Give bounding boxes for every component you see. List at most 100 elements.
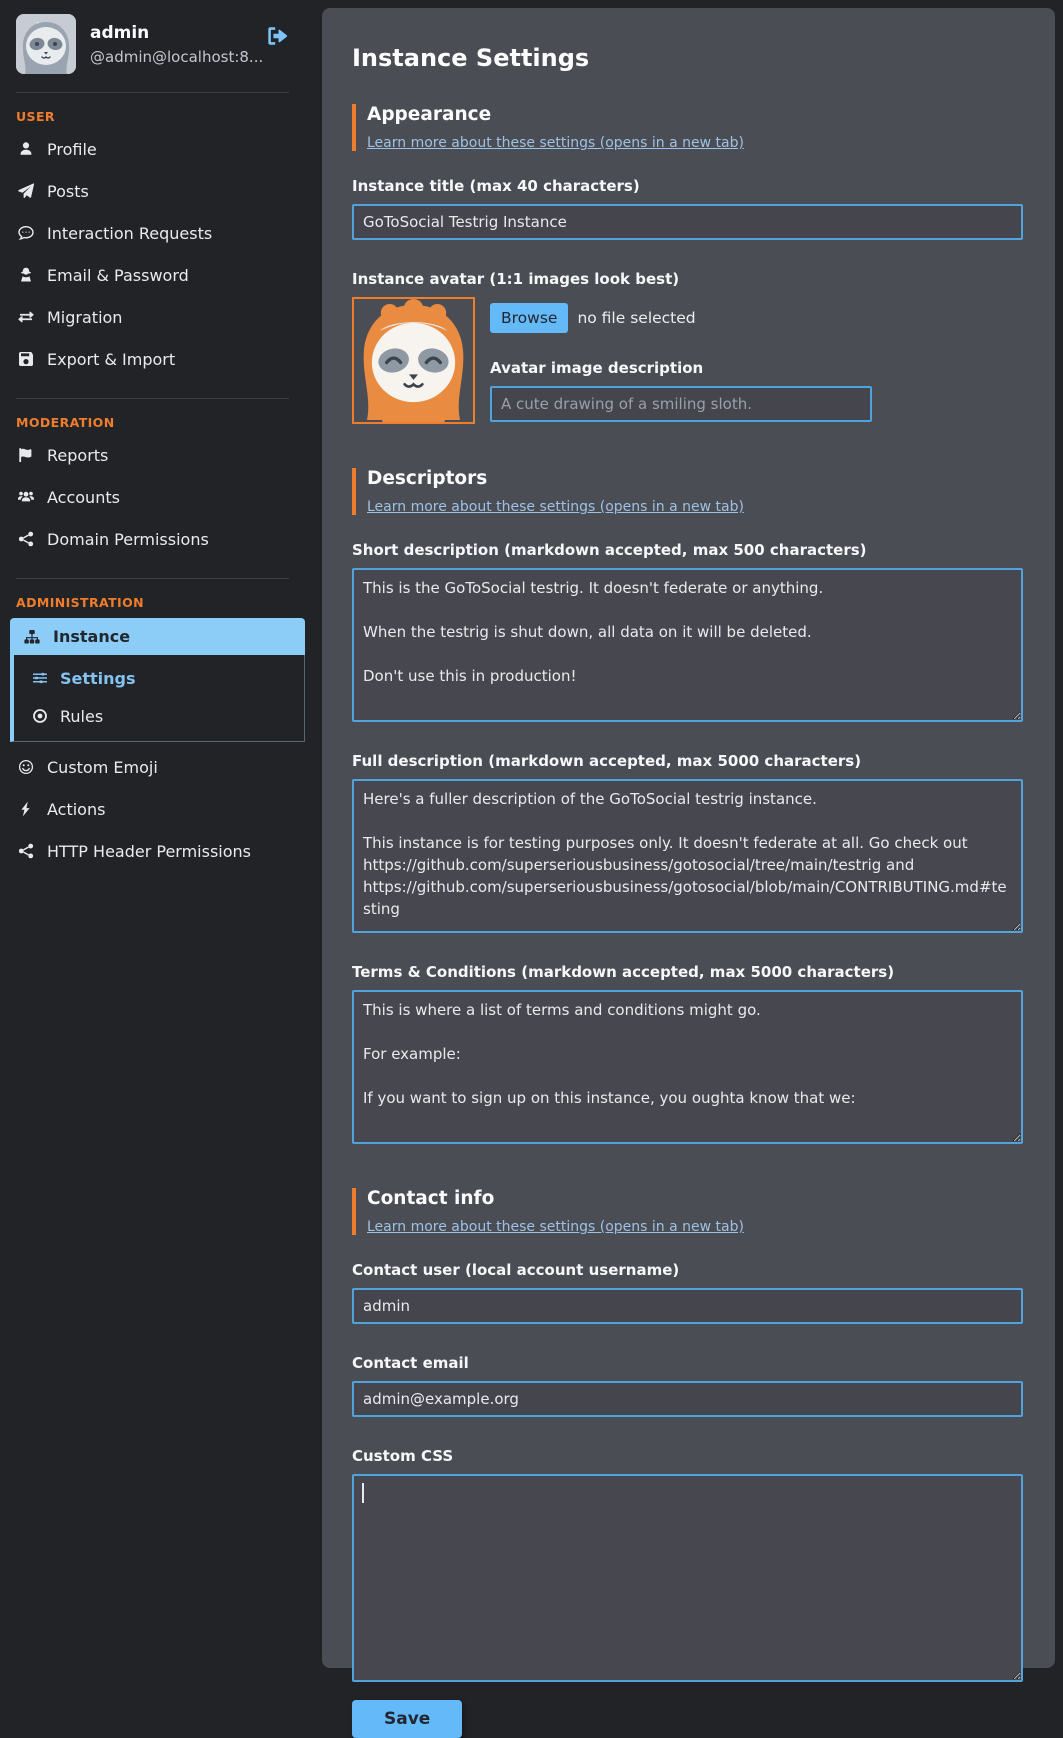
contact-email-field: Contact email bbox=[352, 1354, 1023, 1417]
share-nodes-icon bbox=[18, 531, 34, 547]
section-appearance: Appearance Learn more about these settin… bbox=[352, 104, 1023, 151]
instance-title-input[interactable] bbox=[352, 204, 1023, 240]
section-heading: Descriptors bbox=[367, 468, 1023, 489]
sidebar-item-label: Accounts bbox=[47, 488, 120, 507]
user-icon bbox=[18, 141, 34, 157]
contact-email-input[interactable] bbox=[352, 1381, 1023, 1417]
sidebar-item-label: Domain Permissions bbox=[47, 530, 209, 549]
divider bbox=[16, 92, 289, 93]
instance-submenu: Settings Rules bbox=[10, 655, 305, 742]
sidebar-item-interaction-requests[interactable]: Interaction Requests bbox=[16, 212, 305, 254]
learn-more-link[interactable]: Learn more about these settings (opens i… bbox=[367, 135, 744, 151]
sidebar-item-profile[interactable]: Profile bbox=[16, 128, 305, 170]
paper-plane-icon bbox=[18, 183, 34, 199]
sidebar-item-http-header-permissions[interactable]: HTTP Header Permissions bbox=[16, 830, 305, 872]
app-root: admin @admin@localhost:8... USER Profile bbox=[0, 0, 1063, 1682]
instance-title-field: Instance title (max 40 characters) bbox=[352, 177, 1023, 240]
bolt-icon bbox=[18, 801, 34, 817]
sidebar-item-label: Export & Import bbox=[47, 350, 175, 369]
sidebar-item-posts[interactable]: Posts bbox=[16, 170, 305, 212]
short-description-textarea[interactable]: This is the GoToSocial testrig. It doesn… bbox=[352, 568, 1023, 722]
sidebar-item-export-import[interactable]: Export & Import bbox=[16, 338, 305, 380]
instance-avatar-label: Instance avatar (1:1 images look best) bbox=[352, 270, 1023, 288]
full-description-label: Full description (markdown accepted, max… bbox=[352, 752, 1023, 770]
sidebar-item-label: Reports bbox=[47, 446, 108, 465]
circle-dot-icon bbox=[32, 708, 48, 724]
section-contact-info: Contact info Learn more about these sett… bbox=[352, 1188, 1023, 1235]
divider bbox=[16, 398, 289, 399]
users-icon bbox=[18, 489, 34, 505]
sidebar-item-accounts[interactable]: Accounts bbox=[16, 476, 305, 518]
sidebar-item-label: Profile bbox=[47, 140, 97, 159]
sloth-avatar-icon bbox=[354, 299, 473, 422]
sidebar-item-label: Custom Emoji bbox=[47, 758, 158, 777]
learn-more-link[interactable]: Learn more about these settings (opens i… bbox=[367, 1219, 744, 1235]
divider bbox=[16, 578, 289, 579]
section-descriptors: Descriptors Learn more about these setti… bbox=[352, 468, 1023, 515]
sidebar-item-domain-permissions[interactable]: Domain Permissions bbox=[16, 518, 305, 560]
flag-icon bbox=[18, 447, 34, 463]
sidebar-item-label: Instance bbox=[53, 627, 130, 646]
full-description-field: Full description (markdown accepted, max… bbox=[352, 752, 1023, 933]
logout-button[interactable] bbox=[263, 22, 291, 50]
sidebar-item-email-password[interactable]: Email & Password bbox=[16, 254, 305, 296]
sidebar-item-label: Interaction Requests bbox=[47, 224, 212, 243]
section-heading: Contact info bbox=[367, 1188, 1023, 1209]
user-display-name: admin bbox=[90, 23, 249, 43]
custom-css-label: Custom CSS bbox=[352, 1447, 1023, 1465]
sitemap-icon bbox=[24, 629, 40, 645]
sidebar-heading-administration: ADMINISTRATION bbox=[16, 595, 305, 610]
sidebar-item-label: Settings bbox=[60, 669, 136, 688]
avatar-description-input[interactable] bbox=[490, 386, 872, 422]
sidebar-item-migration[interactable]: Migration bbox=[16, 296, 305, 338]
comment-dots-icon bbox=[18, 225, 34, 241]
custom-css-field: Custom CSS bbox=[352, 1447, 1023, 1682]
terms-field: Terms & Conditions (markdown accepted, m… bbox=[352, 963, 1023, 1144]
sign-out-icon bbox=[265, 24, 289, 48]
contact-user-label: Contact user (local account username) bbox=[352, 1261, 1023, 1279]
sidebar-item-label: Actions bbox=[47, 800, 105, 819]
smiley-icon bbox=[18, 759, 34, 775]
short-description-label: Short description (markdown accepted, ma… bbox=[352, 541, 1023, 559]
sidebar-heading-moderation: MODERATION bbox=[16, 415, 305, 430]
contact-user-input[interactable] bbox=[352, 1288, 1023, 1324]
contact-user-field: Contact user (local account username) bbox=[352, 1261, 1023, 1324]
file-status-text: no file selected bbox=[577, 309, 695, 327]
sidebar-item-settings[interactable]: Settings bbox=[32, 659, 304, 697]
terms-label: Terms & Conditions (markdown accepted, m… bbox=[352, 963, 1023, 981]
user-secret-icon bbox=[18, 267, 34, 283]
sidebar-item-label: Posts bbox=[47, 182, 89, 201]
sidebar-item-label: Migration bbox=[47, 308, 122, 327]
custom-css-textarea[interactable] bbox=[352, 1474, 1023, 1682]
save-button[interactable]: Save bbox=[352, 1700, 462, 1738]
floppy-disk-icon bbox=[18, 351, 34, 367]
sidebar-item-instance[interactable]: Instance bbox=[10, 618, 305, 655]
avatar-description-label: Avatar image description bbox=[490, 359, 872, 377]
learn-more-link[interactable]: Learn more about these settings (opens i… bbox=[367, 499, 744, 515]
sidebar-item-label: Email & Password bbox=[47, 266, 189, 285]
sliders-icon bbox=[32, 670, 48, 686]
short-description-field: Short description (markdown accepted, ma… bbox=[352, 541, 1023, 722]
contact-email-label: Contact email bbox=[352, 1354, 1023, 1372]
section-heading: Appearance bbox=[367, 104, 1023, 125]
page-title: Instance Settings bbox=[352, 44, 1023, 72]
instance-group: Instance Settings bbox=[10, 618, 305, 742]
sidebar-item-actions[interactable]: Actions bbox=[16, 788, 305, 830]
share-nodes-icon bbox=[18, 843, 34, 859]
instance-avatar-field: Instance avatar (1:1 images look best) bbox=[352, 270, 1023, 424]
sidebar-item-label: Rules bbox=[60, 707, 103, 726]
terms-textarea[interactable]: This is where a list of terms and condit… bbox=[352, 990, 1023, 1144]
user-card[interactable]: admin @admin@localhost:8... bbox=[16, 14, 305, 74]
instance-avatar-preview bbox=[352, 297, 475, 424]
full-description-textarea[interactable]: Here's a fuller description of the GoToS… bbox=[352, 779, 1023, 933]
main-panel: Instance Settings Appearance Learn more … bbox=[322, 8, 1055, 1668]
sidebar-item-reports[interactable]: Reports bbox=[16, 434, 305, 476]
browse-button[interactable]: Browse bbox=[490, 303, 568, 333]
sidebar-item-rules[interactable]: Rules bbox=[32, 697, 304, 735]
sidebar-item-label: HTTP Header Permissions bbox=[47, 842, 251, 861]
sidebar: admin @admin@localhost:8... USER Profile bbox=[0, 0, 305, 1682]
sidebar-item-custom-emoji[interactable]: Custom Emoji bbox=[16, 746, 305, 788]
exchange-arrows-icon bbox=[18, 309, 34, 325]
user-handle: @admin@localhost:8... bbox=[90, 48, 249, 66]
sidebar-heading-user: USER bbox=[16, 109, 305, 124]
